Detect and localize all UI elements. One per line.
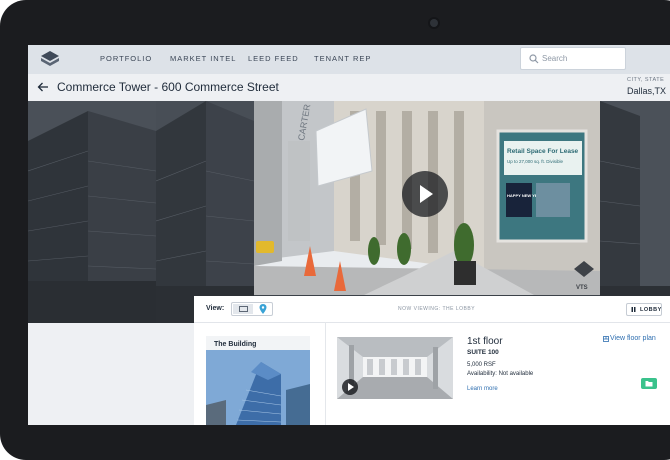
building-card-title: The Building (214, 341, 257, 348)
panel-divider (325, 322, 326, 425)
app-screen: PORTFOLIO MARKET INTEL LEED FEED TENANT … (28, 45, 670, 425)
map-pin-icon[interactable] (259, 304, 267, 314)
search-icon (529, 54, 539, 64)
folder-icon (645, 381, 653, 387)
view-floor-plan-link[interactable]: View floor plan (603, 335, 656, 342)
vts-logo-icon[interactable] (40, 50, 60, 68)
view-label: View: (206, 305, 225, 312)
page-header: Commerce Tower - 600 Commerce Street CIT… (28, 74, 670, 101)
suite-label: SUITE 100 (467, 349, 499, 356)
play-icon (420, 185, 433, 203)
media-gallery: CARTER Retail Space For Lease Up to 27,0… (28, 101, 670, 323)
view-bar: View: NOW VIEWING: THE LOBBY LOBBY (194, 296, 670, 323)
nav-item-portfolio[interactable]: PORTFOLIO (100, 54, 152, 63)
floor-plan-icon (603, 336, 609, 342)
nav-item-leed-feed[interactable]: LEED FEED (248, 54, 299, 63)
play-button[interactable] (402, 171, 448, 217)
lobby-button[interactable]: LOBBY (626, 303, 662, 316)
nav-item-market-intel[interactable]: MARKET INTEL (170, 54, 236, 63)
page-title: Commerce Tower - 600 Commerce Street (57, 80, 279, 94)
play-icon (348, 383, 354, 391)
floor-name: 1st floor (467, 336, 503, 347)
location-label: CITY, STATE (627, 77, 665, 83)
building-photo-2 (156, 101, 254, 323)
search-placeholder: Search (542, 54, 568, 63)
view-floor-plan-label: View floor plan (610, 335, 656, 342)
top-nav: PORTFOLIO MARKET INTEL LEED FEED TENANT … (28, 45, 670, 74)
now-viewing-label: NOW VIEWING: THE LOBBY (398, 306, 476, 312)
lease-sign-text: Retail Space For Lease (507, 148, 579, 155)
back-arrow-icon[interactable] (37, 81, 49, 93)
building-photo-1 (28, 101, 156, 323)
availability-status: Availability: Not available (467, 371, 534, 377)
camera-icon (430, 19, 438, 27)
detail-panel: View: NOW VIEWING: THE LOBBY LOBBY The B… (194, 296, 670, 425)
folder-button[interactable] (641, 378, 657, 389)
nav-item-tenant-rep[interactable]: TENANT REP (314, 54, 371, 63)
rsf-value: 5,000 RSF (467, 362, 496, 368)
floor-image[interactable] (337, 337, 453, 399)
vts-watermark: VTS (576, 285, 588, 291)
photo-view-button[interactable] (233, 304, 253, 314)
lease-sign-subtext: Up to 27,000 sq. ft. Divisible (507, 159, 564, 164)
learn-more-link[interactable]: Learn more (467, 386, 498, 392)
search-input[interactable]: Search (520, 47, 626, 70)
location-value: Dallas,TX (627, 86, 667, 96)
lobby-button-label: LOBBY (640, 307, 662, 313)
floor-play-button[interactable] (342, 379, 358, 395)
photo-icon (239, 306, 248, 312)
pause-icon (631, 307, 636, 312)
view-toggle[interactable] (231, 302, 273, 316)
building-photo-3 (600, 101, 670, 323)
building-card-image (206, 350, 310, 425)
